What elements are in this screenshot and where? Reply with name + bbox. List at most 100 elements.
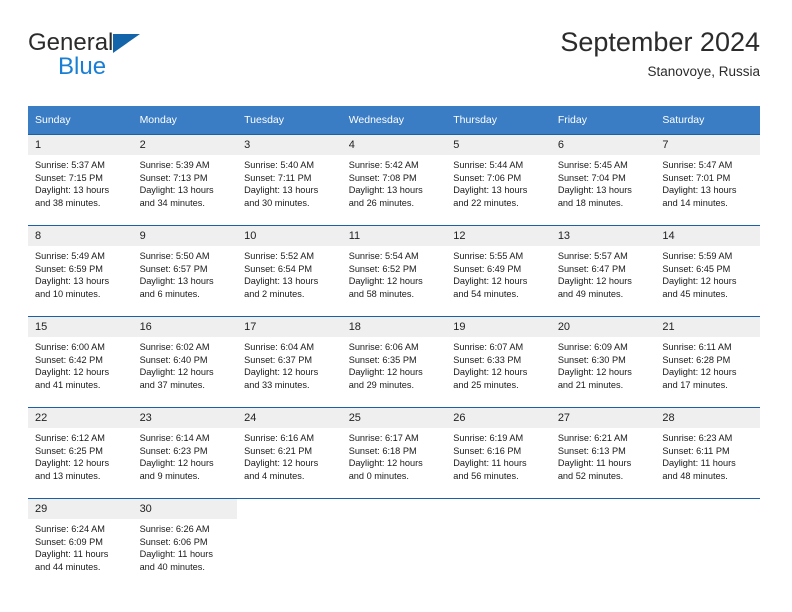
day-number [446, 499, 551, 519]
day-cell[interactable]: 15 Sunrise: 6:00 AM Sunset: 6:42 PM Dayl… [28, 316, 133, 408]
day-details: Sunrise: 6:11 AM Sunset: 6:28 PM Dayligh… [655, 337, 760, 391]
sunrise-text: Sunrise: 5:54 AM [348, 251, 419, 261]
daylight-text-line2: and 34 minutes. [139, 197, 205, 208]
day-number [550, 499, 656, 519]
sunset-text: Sunset: 6:52 PM [348, 263, 417, 274]
day-details: Sunrise: 5:59 AM Sunset: 6:45 PM Dayligh… [655, 246, 760, 300]
sunrise-text: Sunrise: 5:39 AM [139, 160, 210, 170]
sunset-text: Sunset: 6:45 PM [662, 263, 731, 274]
sunset-text: Sunset: 7:15 PM [35, 172, 103, 183]
day-details: Sunrise: 5:37 AM Sunset: 7:15 PM Dayligh… [28, 155, 133, 209]
day-cell[interactable]: 25 Sunrise: 6:17 AM Sunset: 6:18 PM Dayl… [341, 407, 447, 499]
sunset-text: Sunset: 6:25 PM [35, 445, 103, 456]
sunset-text: Sunset: 6:47 PM [557, 263, 626, 274]
day-cell[interactable]: 2 Sunrise: 5:39 AM Sunset: 7:13 PM Dayli… [132, 134, 238, 226]
daylight-text-line2: and 38 minutes. [35, 197, 101, 208]
daylight-text-line1: Daylight: 12 hours [557, 367, 632, 378]
daylight-text-line1: Daylight: 13 hours [348, 185, 423, 196]
day-cell[interactable]: 3 Sunrise: 5:40 AM Sunset: 7:11 PM Dayli… [237, 134, 342, 226]
day-cell[interactable]: 12 Sunrise: 5:55 AM Sunset: 6:49 PM Dayl… [446, 225, 551, 317]
daylight-text-line2: and 58 minutes. [348, 288, 415, 299]
day-cell[interactable]: 1 Sunrise: 5:37 AM Sunset: 7:15 PM Dayli… [28, 134, 133, 226]
day-cell[interactable]: 10 Sunrise: 5:52 AM Sunset: 6:54 PM Dayl… [237, 225, 342, 317]
day-details: Sunrise: 6:02 AM Sunset: 6:40 PM Dayligh… [133, 337, 238, 391]
daylight-text-line1: Daylight: 11 hours [662, 458, 736, 469]
day-number: 3 [237, 135, 342, 155]
day-number: 11 [341, 226, 447, 246]
sunset-text: Sunset: 6:23 PM [139, 445, 208, 456]
day-cell[interactable]: 17 Sunrise: 6:04 AM Sunset: 6:37 PM Dayl… [237, 316, 342, 408]
day-number: 6 [550, 135, 656, 155]
day-cell[interactable]: 22 Sunrise: 6:12 AM Sunset: 6:25 PM Dayl… [28, 407, 133, 499]
page-header: General Blue September 2024 Stanovoye, R… [28, 26, 760, 96]
daylight-text-line2: and 56 minutes. [453, 470, 519, 481]
calendar-page: General Blue September 2024 Stanovoye, R… [0, 0, 792, 612]
day-cell[interactable]: 9 Sunrise: 5:50 AM Sunset: 6:57 PM Dayli… [132, 225, 238, 317]
daylight-text-line2: and 49 minutes. [557, 288, 624, 299]
sunset-text: Sunset: 6:54 PM [244, 263, 313, 274]
day-cell[interactable]: 23 Sunrise: 6:14 AM Sunset: 6:23 PM Dayl… [132, 407, 238, 499]
daylight-text-line1: Daylight: 12 hours [139, 367, 214, 378]
day-details: Sunrise: 6:09 AM Sunset: 6:30 PM Dayligh… [551, 337, 656, 391]
daylight-text-line1: Daylight: 11 hours [453, 458, 527, 469]
day-cell[interactable]: 5 Sunrise: 5:44 AM Sunset: 7:06 PM Dayli… [446, 134, 551, 226]
day-cell[interactable]: 19 Sunrise: 6:07 AM Sunset: 6:33 PM Dayl… [446, 316, 551, 408]
day-number: 24 [237, 408, 342, 428]
sunrise-text: Sunrise: 5:40 AM [244, 160, 315, 170]
day-cell[interactable]: 13 Sunrise: 5:57 AM Sunset: 6:47 PM Dayl… [550, 225, 656, 317]
day-cell[interactable]: 6 Sunrise: 5:45 AM Sunset: 7:04 PM Dayli… [550, 134, 656, 226]
day-cell[interactable]: 28 Sunrise: 6:23 AM Sunset: 6:11 PM Dayl… [655, 407, 760, 499]
daylight-text-line1: Daylight: 12 hours [557, 276, 632, 287]
daylight-text-line1: Daylight: 12 hours [244, 367, 319, 378]
daylight-text-line2: and 0 minutes. [348, 470, 409, 481]
daylight-text-line2: and 30 minutes. [244, 197, 310, 208]
day-cell[interactable]: 4 Sunrise: 5:42 AM Sunset: 7:08 PM Dayli… [341, 134, 447, 226]
sunrise-text: Sunrise: 5:44 AM [453, 160, 524, 170]
week-row: 29 Sunrise: 6:24 AM Sunset: 6:09 PM Dayl… [28, 498, 760, 589]
weekday-header-friday: Friday [550, 106, 656, 135]
week-row: 1 Sunrise: 5:37 AM Sunset: 7:15 PM Dayli… [28, 134, 760, 226]
title-block: September 2024 Stanovoye, Russia [560, 26, 760, 82]
sunset-text: Sunset: 7:01 PM [662, 172, 731, 183]
daylight-text-line1: Daylight: 12 hours [35, 367, 110, 378]
daylight-text-line2: and 45 minutes. [662, 288, 728, 299]
day-cell[interactable]: 18 Sunrise: 6:06 AM Sunset: 6:35 PM Dayl… [341, 316, 447, 408]
day-details: Sunrise: 5:57 AM Sunset: 6:47 PM Dayligh… [551, 246, 656, 300]
day-cell[interactable]: 29 Sunrise: 6:24 AM Sunset: 6:09 PM Dayl… [28, 498, 133, 589]
day-number: 23 [132, 408, 238, 428]
week-row: 8 Sunrise: 5:49 AM Sunset: 6:59 PM Dayli… [28, 225, 760, 317]
triangle-flag-icon [113, 34, 141, 53]
daylight-text-line2: and 33 minutes. [244, 379, 310, 390]
day-details: Sunrise: 6:00 AM Sunset: 6:42 PM Dayligh… [28, 337, 133, 391]
day-cell[interactable]: 27 Sunrise: 6:21 AM Sunset: 6:13 PM Dayl… [550, 407, 656, 499]
daylight-text-line2: and 2 minutes. [244, 288, 305, 299]
day-details: Sunrise: 6:12 AM Sunset: 6:25 PM Dayligh… [28, 428, 133, 482]
sunset-text: Sunset: 6:59 PM [35, 263, 103, 274]
day-cell[interactable]: 20 Sunrise: 6:09 AM Sunset: 6:30 PM Dayl… [550, 316, 656, 408]
daylight-text-line2: and 13 minutes. [35, 470, 101, 481]
day-cell[interactable]: 16 Sunrise: 6:02 AM Sunset: 6:40 PM Dayl… [132, 316, 238, 408]
day-cell[interactable]: 11 Sunrise: 5:54 AM Sunset: 6:52 PM Dayl… [341, 225, 447, 317]
day-cell[interactable]: 26 Sunrise: 6:19 AM Sunset: 6:16 PM Dayl… [446, 407, 551, 499]
day-cell[interactable]: 14 Sunrise: 5:59 AM Sunset: 6:45 PM Dayl… [655, 225, 760, 317]
week-row: 22 Sunrise: 6:12 AM Sunset: 6:25 PM Dayl… [28, 407, 760, 499]
sunrise-text: Sunrise: 5:47 AM [662, 160, 733, 170]
day-number: 8 [28, 226, 133, 246]
daylight-text-line1: Daylight: 12 hours [139, 458, 214, 469]
day-number: 30 [132, 499, 238, 519]
daylight-text-line1: Daylight: 11 hours [35, 549, 109, 560]
day-cell[interactable]: 21 Sunrise: 6:11 AM Sunset: 6:28 PM Dayl… [655, 316, 760, 408]
day-cell[interactable]: 8 Sunrise: 5:49 AM Sunset: 6:59 PM Dayli… [28, 225, 133, 317]
day-number: 10 [237, 226, 342, 246]
sunrise-text: Sunrise: 6:06 AM [348, 342, 419, 352]
day-cell-empty [446, 498, 551, 589]
day-cell[interactable]: 7 Sunrise: 5:47 AM Sunset: 7:01 PM Dayli… [655, 134, 760, 226]
sunset-text: Sunset: 6:16 PM [453, 445, 522, 456]
day-cell-empty [550, 498, 656, 589]
day-number: 20 [550, 317, 656, 337]
day-details: Sunrise: 5:55 AM Sunset: 6:49 PM Dayligh… [446, 246, 551, 300]
day-cell[interactable]: 24 Sunrise: 6:16 AM Sunset: 6:21 PM Dayl… [237, 407, 342, 499]
day-cell[interactable]: 30 Sunrise: 6:26 AM Sunset: 6:06 PM Dayl… [132, 498, 238, 589]
brand-logo[interactable]: General Blue [28, 30, 268, 86]
daylight-text-line1: Daylight: 12 hours [348, 367, 423, 378]
